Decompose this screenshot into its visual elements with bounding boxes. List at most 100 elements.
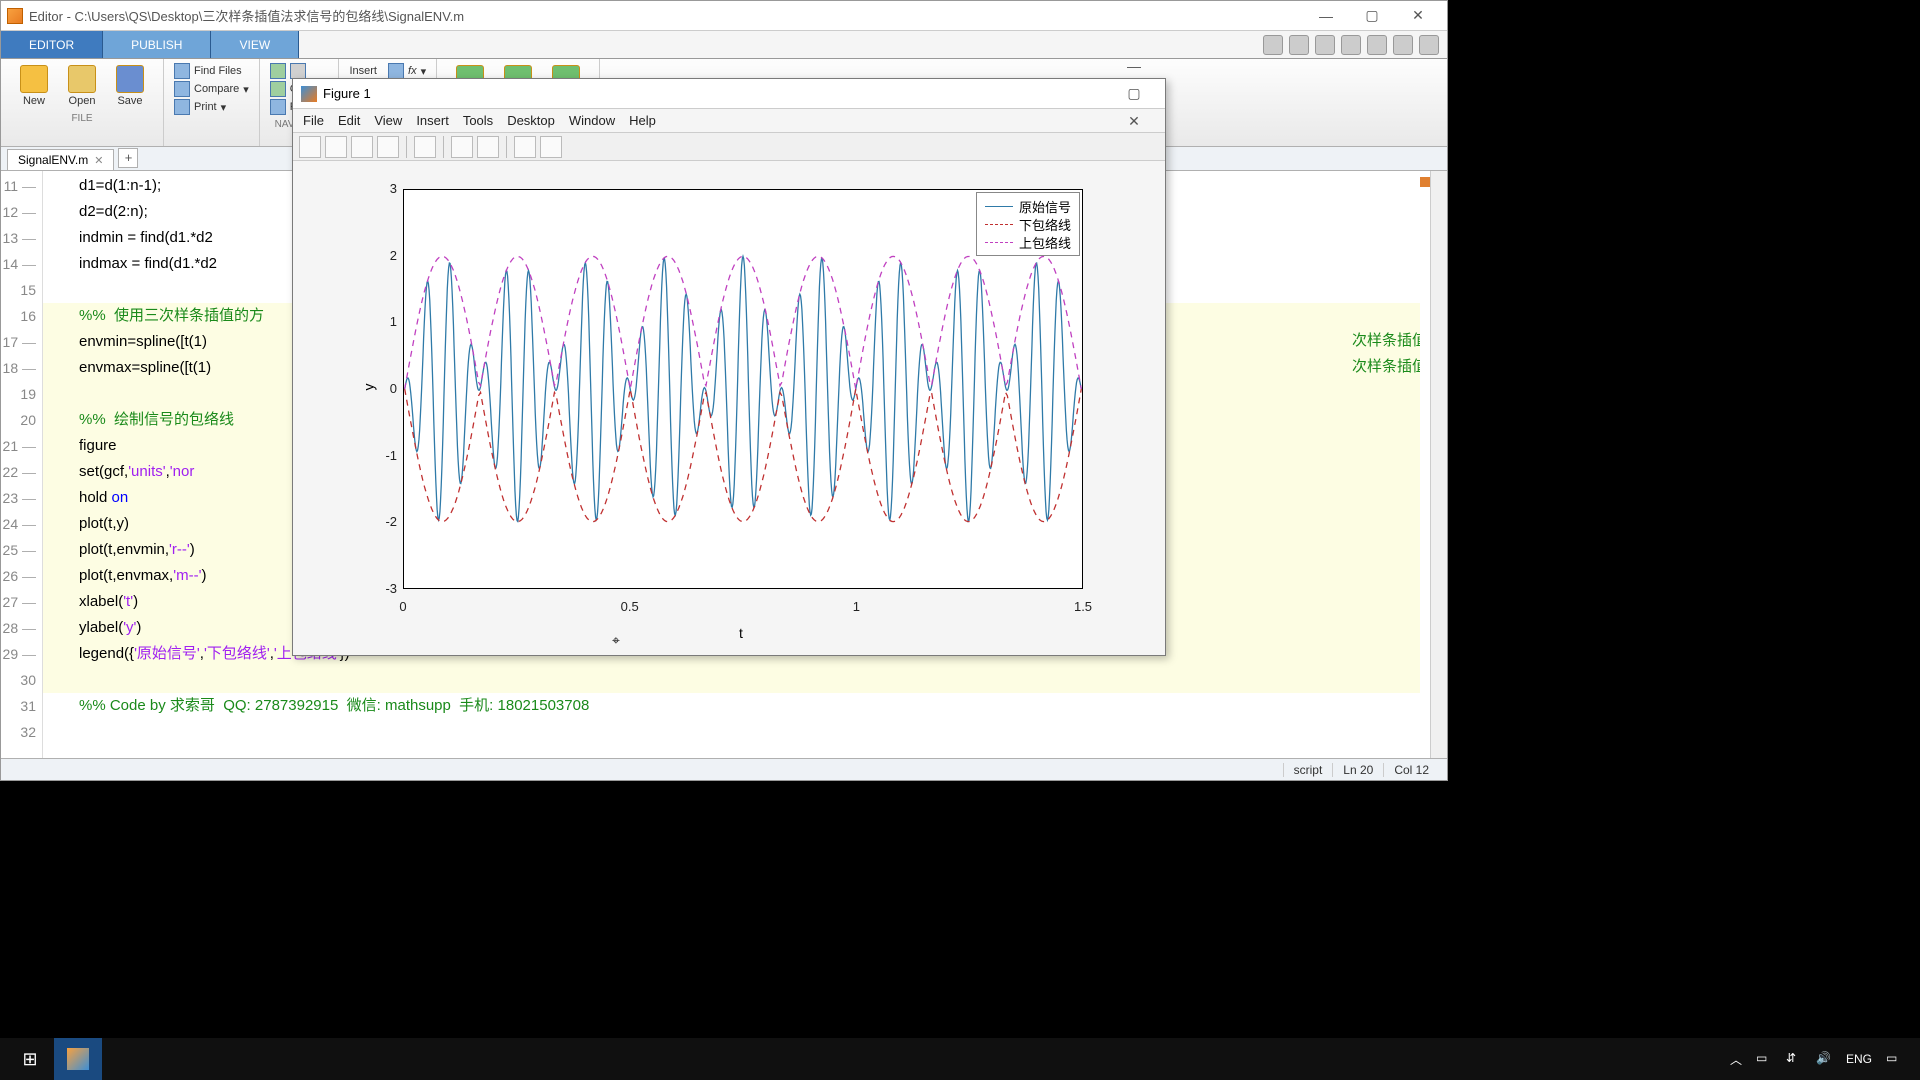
taskbar-matlab[interactable] (54, 1038, 102, 1080)
fig-close-button[interactable]: ✕ (1111, 108, 1157, 136)
dock-icon[interactable] (451, 136, 473, 158)
close-tab-icon[interactable]: ✕ (94, 154, 103, 167)
status-script: script (1283, 763, 1333, 777)
legend-label: 下包络线 (1019, 215, 1071, 234)
fig-minimize-button[interactable]: — (1111, 52, 1157, 80)
fig-menu-file[interactable]: File (303, 113, 324, 128)
find-icon (270, 99, 286, 115)
open-fig-icon[interactable] (325, 136, 347, 158)
print-icon (174, 99, 190, 115)
fig-menu-desktop[interactable]: Desktop (507, 113, 555, 128)
fig-menu-window[interactable]: Window (569, 113, 615, 128)
figure-icon (301, 86, 317, 102)
save-fig-icon[interactable] (351, 136, 373, 158)
tab-publish[interactable]: PUBLISH (103, 31, 211, 58)
paste-icon[interactable] (1341, 35, 1361, 55)
save-icon[interactable] (1263, 35, 1283, 55)
fig-menu-help[interactable]: Help (629, 113, 656, 128)
save-button[interactable]: Save (109, 65, 151, 107)
legend-swatch-signal (985, 206, 1013, 207)
arrow-left-icon (270, 63, 286, 79)
line-gutter: 1112131415161718192021222324252627282930… (1, 171, 43, 758)
find-files-icon (174, 63, 190, 79)
x-axis-label: t (739, 625, 743, 641)
section-icon (388, 63, 404, 79)
fig-menu-tools[interactable]: Tools (463, 113, 493, 128)
editor-title: Editor - C:\Users\QS\Desktop\三次样条插值法求信号的… (29, 6, 464, 25)
status-col: Col 12 (1383, 763, 1439, 777)
figure-title-bar[interactable]: Figure 1 — ▢ ✕ (293, 79, 1165, 109)
new-fig-icon[interactable] (299, 136, 321, 158)
tray-chevron-up-icon[interactable]: ︿ (1730, 1051, 1742, 1068)
help-icon[interactable] (1393, 35, 1413, 55)
tab-view[interactable]: VIEW (211, 31, 299, 58)
fig-maximize-button[interactable]: ▢ (1111, 80, 1157, 108)
find-files-button[interactable]: Find Files (174, 63, 249, 79)
taskbar: ⊞ ︿ ▭ ⇵ 🔊 ENG ▭ (0, 1038, 1920, 1080)
inspector-icon[interactable] (477, 136, 499, 158)
link-icon[interactable] (414, 136, 436, 158)
language-indicator[interactable]: ENG (1846, 1052, 1872, 1066)
axes[interactable]: 原始信号 下包络线 上包络线 (403, 189, 1083, 589)
status-line: Ln 20 (1332, 763, 1383, 777)
arrow-right-icon (290, 63, 306, 79)
x-tick: 0 (399, 599, 406, 614)
cut-icon[interactable] (1289, 35, 1309, 55)
fig-menu-view[interactable]: View (374, 113, 402, 128)
pointer-icon[interactable] (514, 136, 536, 158)
x-tick: 0.5 (621, 599, 639, 614)
y-tick: 3 (367, 181, 397, 196)
vertical-scrollbar[interactable] (1430, 171, 1447, 758)
start-button[interactable]: ⊞ (6, 1038, 54, 1080)
network-icon[interactable]: ⇵ (1786, 1051, 1802, 1067)
edit-plot-icon[interactable] (540, 136, 562, 158)
group-label-file: FILE (71, 111, 92, 124)
fig-menu-insert[interactable]: Insert (416, 113, 449, 128)
doc-tab-label: SignalENV.m (18, 153, 88, 167)
prefs-icon[interactable] (1419, 35, 1439, 55)
legend-label: 原始信号 (1019, 197, 1071, 216)
hint-text: 次样条插值 (1352, 329, 1427, 350)
legend-swatch-lower (985, 224, 1013, 225)
copy-icon[interactable] (1315, 35, 1335, 55)
notifications-icon[interactable]: ▭ (1886, 1051, 1902, 1067)
nav-back-button[interactable] (270, 63, 329, 79)
matlab-taskbar-icon (67, 1048, 89, 1070)
print-button[interactable]: Print ▾ (174, 99, 249, 115)
insert-button[interactable]: Insert fx ▾ (349, 63, 426, 79)
fig-menu-edit[interactable]: Edit (338, 113, 360, 128)
maximize-button[interactable]: ▢ (1349, 2, 1395, 30)
y-tick: 0 (367, 381, 397, 396)
hint-text: 次样条插值 (1352, 355, 1427, 376)
compare-button[interactable]: Compare ▾ (174, 81, 249, 97)
message-strip[interactable] (1420, 171, 1430, 758)
x-tick: 1.5 (1074, 599, 1092, 614)
figure-window[interactable]: Figure 1 — ▢ ✕ File Edit View Insert Tools De… (292, 78, 1166, 656)
open-button[interactable]: Open (61, 65, 103, 107)
warning-marker[interactable] (1420, 177, 1430, 187)
print-fig-icon[interactable] (377, 136, 399, 158)
legend-label: 上包络线 (1019, 233, 1071, 252)
undo-icon[interactable] (1367, 35, 1387, 55)
status-bar: script Ln 20 Col 12 (1, 758, 1447, 780)
minimize-button[interactable]: — (1303, 2, 1349, 30)
tab-editor[interactable]: EDITOR (1, 31, 103, 58)
battery-icon[interactable]: ▭ (1756, 1051, 1772, 1067)
y-tick: -1 (367, 448, 397, 463)
editor-title-bar[interactable]: Editor - C:\Users\QS\Desktop\三次样条插值法求信号的… (1, 1, 1447, 31)
figure-menu-bar: File Edit View Insert Tools Desktop Window Help (293, 109, 1165, 133)
figure-title: Figure 1 (323, 86, 371, 101)
system-tray: ︿ ▭ ⇵ 🔊 ENG ▭ (1730, 1051, 1914, 1068)
save-disk-icon (116, 65, 144, 93)
close-button[interactable]: ✕ (1395, 2, 1441, 30)
doc-tab-signalenv[interactable]: SignalENV.m ✕ (7, 149, 114, 170)
add-tab-button[interactable]: + (118, 148, 138, 168)
new-icon (20, 65, 48, 93)
goto-icon (270, 81, 286, 97)
legend[interactable]: 原始信号 下包络线 上包络线 (976, 192, 1080, 256)
open-icon (68, 65, 96, 93)
volume-icon[interactable]: 🔊 (1816, 1051, 1832, 1067)
y-tick: 1 (367, 314, 397, 329)
new-button[interactable]: New (13, 65, 55, 107)
legend-swatch-upper (985, 242, 1013, 243)
